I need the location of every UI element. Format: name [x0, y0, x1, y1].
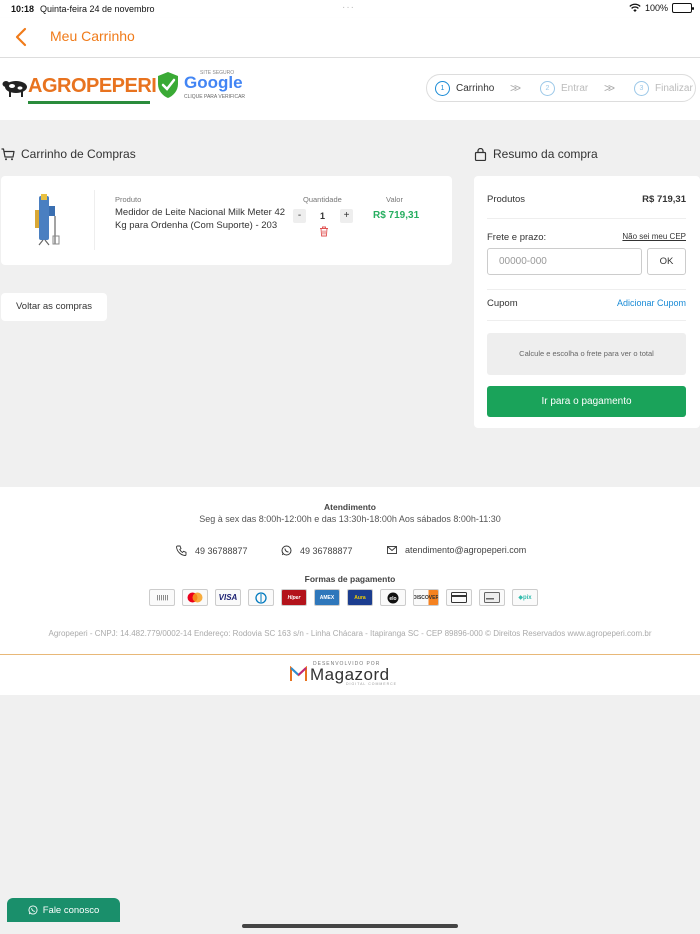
- product-name[interactable]: Medidor de Leite Nacional Milk Meter 42 …: [115, 206, 295, 232]
- phone-number[interactable]: 49 36788877: [195, 546, 248, 556]
- back-chevron-icon[interactable]: [12, 26, 32, 48]
- trash-icon[interactable]: [319, 226, 329, 237]
- step-number: 3: [634, 81, 649, 96]
- credit-card-icon: [446, 589, 472, 606]
- go-to-payment-button[interactable]: Ir para o pagamento: [487, 386, 686, 417]
- status-bar: 10:18 Quinta-feira 24 de novembro ··· 10…: [0, 0, 700, 18]
- contact-email[interactable]: atendimento@agropeperi.com: [387, 545, 526, 555]
- home-indicator[interactable]: [242, 924, 458, 928]
- legal-info: Agropeperi - CNPJ: 14.482.779/0002-14 En…: [48, 629, 652, 638]
- cart-heading: Carrinho de Compras: [1, 147, 136, 161]
- battery-percent: 100%: [644, 3, 668, 13]
- magazord-logo[interactable]: DESENVOLVIDO POR Magazord DIGITAL COMMER…: [290, 659, 410, 687]
- email-address[interactable]: atendimento@agropeperi.com: [405, 545, 526, 555]
- step-label: Carrinho: [456, 83, 495, 94]
- logo-part-agro: AGRO: [28, 75, 87, 97]
- shipping-label: Frete e prazo:: [487, 232, 547, 243]
- double-chevron-icon: >>: [604, 81, 615, 95]
- page-title: Meu Carrinho: [50, 28, 135, 44]
- agropeperi-logo[interactable]: AGROPEPERI: [2, 68, 157, 104]
- product-image[interactable]: [29, 192, 65, 246]
- payment-methods-title: Formas de pagamento: [304, 574, 396, 584]
- step-label: Entrar: [561, 83, 589, 94]
- step-cart[interactable]: 1 Carrinho: [435, 81, 494, 96]
- mastercard-icon: [182, 589, 208, 606]
- unknown-cep-link[interactable]: Não sei meu CEP: [622, 232, 686, 241]
- battery-icon: [672, 3, 694, 13]
- summary-products-row: Produtos R$ 719,31: [487, 194, 686, 205]
- diners-icon: [248, 589, 274, 606]
- amex-icon: AMEX: [314, 589, 340, 606]
- site-header: AGROPEPERI SITE SEGURO Google CLIQUE PAR…: [0, 58, 700, 120]
- summary-title: Resumo da compra: [493, 147, 598, 161]
- status-date: Quinta-feira 24 de novembro: [40, 4, 155, 14]
- products-label: Produtos: [487, 194, 526, 205]
- col-label-value: Valor: [386, 195, 403, 204]
- cep-input[interactable]: 00000-000: [487, 248, 642, 275]
- item-price: R$ 719,31: [373, 210, 420, 221]
- contact-whatsapp[interactable]: 49 36788877: [281, 545, 353, 556]
- google-safe-site-seal[interactable]: SITE SEGURO Google CLIQUE PARA VERIFICAR: [156, 70, 248, 102]
- cart-icon: [1, 147, 15, 160]
- svg-text:elo: elo: [389, 596, 396, 602]
- nav-bar: Meu Carrinho: [0, 18, 700, 58]
- shield-check-icon: [158, 72, 178, 98]
- step-finish[interactable]: 3 Finalizar: [634, 81, 693, 96]
- qty-decrease-button[interactable]: -: [293, 209, 306, 223]
- coupon-label: Cupom: [487, 298, 518, 309]
- chat-button-label: Fale conosco: [42, 904, 100, 916]
- step-login[interactable]: 2 Entrar: [540, 81, 588, 96]
- qty-increase-button[interactable]: +: [340, 209, 353, 223]
- chat-button[interactable]: Fale conosco: [7, 898, 120, 922]
- add-coupon-link[interactable]: Adicionar Cupom: [617, 298, 686, 308]
- cow-icon: [2, 81, 27, 97]
- qty-value[interactable]: 1: [320, 211, 325, 221]
- discover-icon: DISCOVER: [413, 589, 439, 606]
- magazord-m-icon: [290, 666, 307, 681]
- cep-ok-button[interactable]: OK: [647, 248, 686, 275]
- debit-card-icon: [479, 589, 505, 606]
- step-number: 2: [540, 81, 555, 96]
- phone-icon: [176, 545, 187, 556]
- whatsapp-number[interactable]: 49 36788877: [300, 546, 353, 556]
- support-hours: Seg à sex das 8:00h-12:00h e das 13:30h-…: [199, 514, 501, 524]
- whatsapp-icon: [281, 545, 292, 556]
- logo-part-peperi: PEPERI: [86, 75, 157, 97]
- cart-item-card: Produto Medidor de Leite Nacional Milk M…: [1, 176, 452, 265]
- checkout-steps: 1 Carrinho >> 2 Entrar >> 3 Finalizar: [426, 74, 696, 102]
- elo-icon: elo: [380, 589, 406, 606]
- order-summary-card: Produtos R$ 719,31 Frete e prazo: Não se…: [474, 176, 700, 428]
- shipping-row: Frete e prazo: Não sei meu CEP: [487, 232, 686, 243]
- contact-phone[interactable]: 49 36788877: [176, 545, 248, 556]
- visa-icon: VISA: [215, 589, 241, 606]
- whatsapp-icon: [28, 905, 38, 915]
- cart-title: Carrinho de Compras: [21, 147, 136, 161]
- aura-icon: Aura: [347, 589, 373, 606]
- wifi-icon: [629, 3, 641, 12]
- seal-google-text: Google: [184, 73, 243, 92]
- support-title: Atendimento: [324, 502, 376, 512]
- pix-icon: ◆pix: [512, 589, 538, 606]
- dev-sub: DIGITAL COMMERCE: [346, 682, 398, 686]
- back-to-shopping-button[interactable]: Voltar as compras: [1, 293, 107, 321]
- bag-icon: [474, 147, 487, 161]
- multitask-dots-icon[interactable]: ···: [342, 2, 355, 13]
- products-total: R$ 719,31: [642, 194, 686, 205]
- boleto-icon: ||||||: [149, 589, 175, 606]
- step-number: 1: [435, 81, 450, 96]
- step-label: Finalizar: [655, 83, 693, 94]
- site-footer: Atendimento Seg à sex das 8:00h-12:00h e…: [0, 487, 700, 695]
- col-label-product: Produto: [115, 195, 142, 204]
- payment-methods: |||||| VISA Hiper AMEX Aura elo DISCOVER…: [149, 589, 538, 606]
- seal-bottom-text: CLIQUE PARA VERIFICAR: [184, 94, 246, 100]
- col-label-qty: Quantidade: [303, 195, 342, 204]
- hipercard-icon: Hiper: [281, 589, 307, 606]
- summary-heading: Resumo da compra: [474, 147, 598, 161]
- coupon-row: Cupom Adicionar Cupom: [487, 298, 686, 309]
- mail-icon: [387, 546, 397, 554]
- status-time: 10:18: [11, 4, 35, 14]
- shipping-calc-note: Calcule e escolha o frete para ver o tot…: [487, 333, 686, 375]
- double-chevron-icon: >>: [510, 81, 521, 95]
